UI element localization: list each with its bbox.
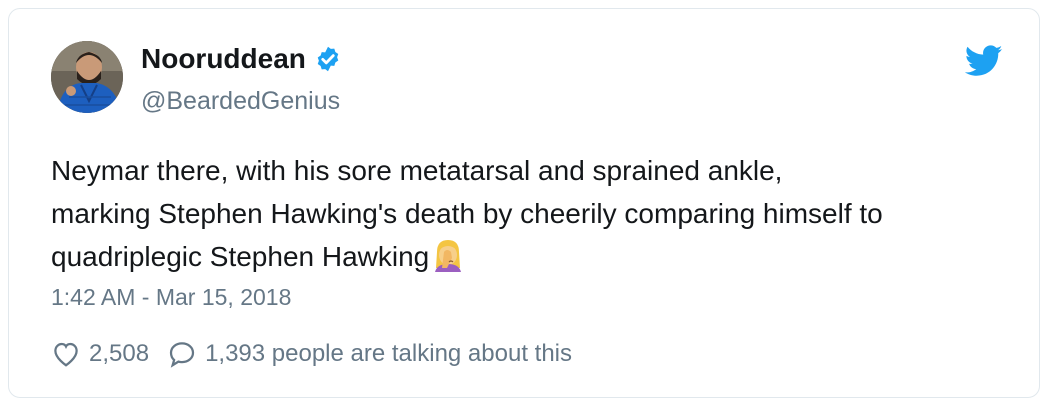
speech-bubble-icon[interactable]: [167, 339, 197, 369]
verified-badge-icon: [317, 46, 339, 72]
heart-icon[interactable]: [51, 339, 81, 369]
twitter-bird-icon[interactable]: [965, 45, 1003, 77]
tweet-card: Nooruddean @BeardedGenius Neymar there, …: [8, 8, 1040, 398]
woman-facepalming-emoji: [435, 240, 462, 272]
like-count[interactable]: 2,508: [89, 340, 149, 368]
author-name-row[interactable]: Nooruddean: [141, 43, 342, 75]
tweet-text-block: Neymar there, with his sore metatarsal a…: [51, 149, 1011, 278]
avatar[interactable]: [51, 41, 123, 113]
avatar-image: [51, 41, 123, 113]
author-name[interactable]: Nooruddean: [141, 43, 306, 75]
tweet-timestamp[interactable]: 1:42 AM - Mar 15, 2018: [51, 284, 291, 311]
tweet-text: Neymar there, with his sore metatarsal a…: [51, 155, 883, 272]
author-handle[interactable]: @BeardedGenius: [141, 87, 340, 116]
conversation-count[interactable]: 1,393 people are talking about this: [205, 340, 572, 368]
tweet-actions: 2,508 1,393 people are talking about thi…: [51, 339, 590, 369]
